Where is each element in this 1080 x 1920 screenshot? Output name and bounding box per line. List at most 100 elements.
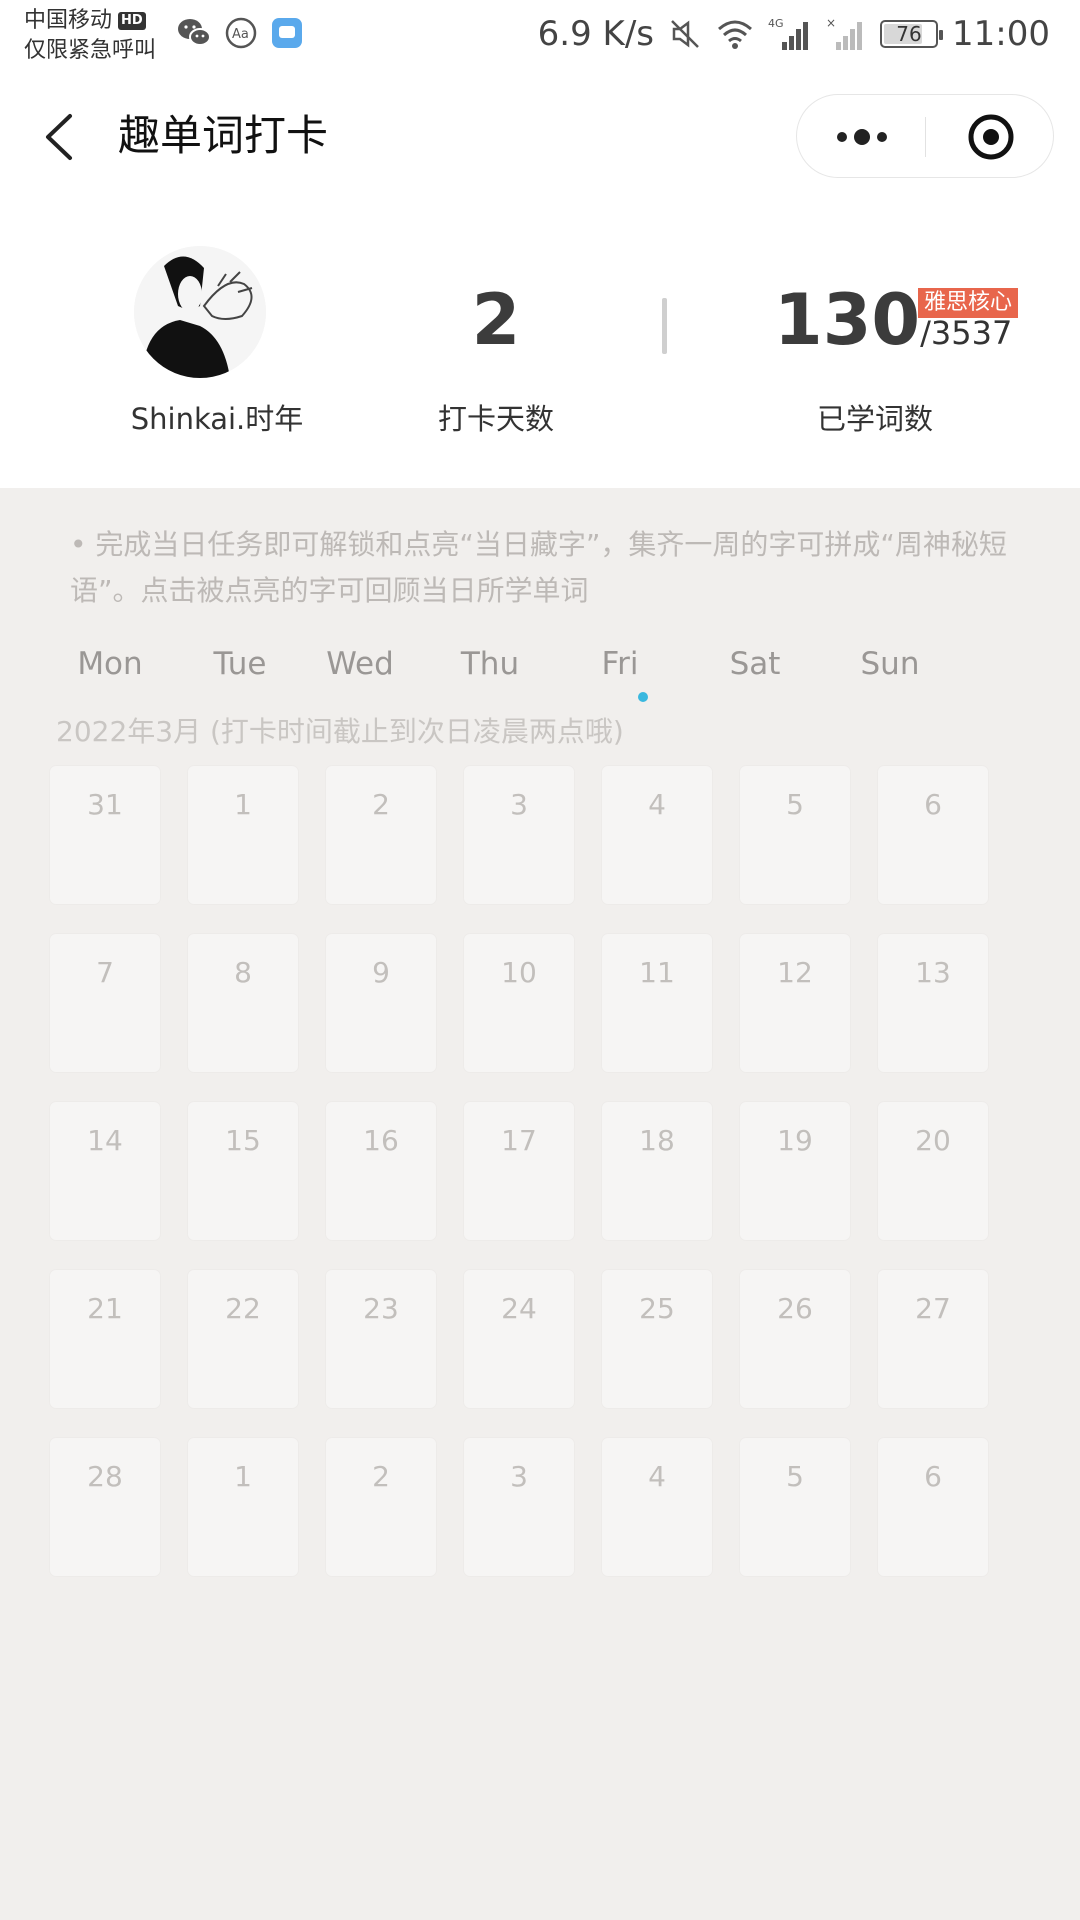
calendar-day-cell[interactable]: 31 <box>50 766 160 904</box>
calendar-day-number: 16 <box>363 1124 399 1157</box>
profile-stats-header: Shinkai.时年 2 打卡天数 130/3537 雅思核心 已学词数 <box>0 194 1080 488</box>
calendar-day-cell[interactable]: 16 <box>326 1102 436 1240</box>
avatar[interactable] <box>134 246 266 378</box>
calendar-day-cell[interactable]: 26 <box>740 1270 850 1408</box>
learned-words-label: 已学词数 <box>816 402 933 436</box>
calendar-day-number: 1 <box>234 788 252 821</box>
calendar-day-number: 9 <box>372 956 390 989</box>
calendar-day-cell[interactable]: 24 <box>464 1270 574 1408</box>
calendar-day-number: 20 <box>915 1124 951 1157</box>
status-right: 6.9 K/s 4G × 76 11:00 <box>538 14 1050 54</box>
calendar-day-cell[interactable]: 22 <box>188 1270 298 1408</box>
calendar-day-cell[interactable]: 3 <box>464 1438 574 1576</box>
calendar-day-cell[interactable]: 13 <box>878 934 988 1072</box>
weekday-thu: Thu <box>460 646 520 682</box>
calendar-day-cell[interactable]: 20 <box>878 1102 988 1240</box>
battery-icon: 76 <box>880 20 944 48</box>
signal-no-sim-icon: × <box>826 16 863 50</box>
wordbook-tag[interactable]: 雅思核心 <box>918 288 1019 318</box>
calendar-day-cell[interactable]: 14 <box>50 1102 160 1240</box>
calendar-day-number: 3 <box>510 788 528 821</box>
calendar-day-number: 21 <box>87 1292 123 1325</box>
calendar-day-cell[interactable]: 21 <box>50 1270 160 1408</box>
month-label: 2022年3月 (打卡时间截止到次日凌晨两点哦) <box>56 715 624 748</box>
carrier-name: 中国移动 <box>24 8 113 33</box>
checkin-days-label: 打卡天数 <box>437 402 554 436</box>
svg-text:×: × <box>826 16 836 30</box>
calendar-day-cell[interactable]: 19 <box>740 1102 850 1240</box>
more-options-icon[interactable] <box>827 117 897 157</box>
learned-words-value: 130 <box>774 279 921 361</box>
calendar-day-cell[interactable]: 3 <box>464 766 574 904</box>
calendar-day-number: 19 <box>777 1124 813 1157</box>
calendar-day-cell[interactable]: 4 <box>602 1438 712 1576</box>
calendar-day-cell[interactable]: 12 <box>740 934 850 1072</box>
calendar-day-number: 12 <box>777 956 813 989</box>
hd-badge: HD <box>118 12 146 30</box>
calendar-day-number: 4 <box>648 1460 666 1493</box>
weekday-header: Mon Tue Wed Thu Fri Sat Sun <box>50 640 1050 690</box>
calendar-day-cell[interactable]: 10 <box>464 934 574 1072</box>
calendar-day-number: 7 <box>96 956 114 989</box>
calendar-day-cell[interactable]: 7 <box>50 934 160 1072</box>
calendar-day-cell[interactable]: 27 <box>878 1270 988 1408</box>
calendar-day-number: 11 <box>639 956 675 989</box>
calendar-day-cell[interactable]: 6 <box>878 766 988 904</box>
calendar-day-cell[interactable]: 23 <box>326 1270 436 1408</box>
calendar-day-cell[interactable]: 6 <box>878 1438 988 1576</box>
signal-4g-icon: 4G <box>768 17 809 50</box>
calendar-day-number: 25 <box>639 1292 675 1325</box>
calendar-day-number: 2 <box>372 788 390 821</box>
calendar-week-row: 21 22 23 24 25 26 27 <box>50 1270 1030 1410</box>
calendar-day-cell[interactable]: 1 <box>188 1438 298 1576</box>
emergency-text: 仅限紧急呼叫 <box>24 38 157 63</box>
back-arrow-icon[interactable] <box>40 112 80 162</box>
message-app-icon <box>272 18 302 48</box>
calendar-day-number: 10 <box>501 956 537 989</box>
calendar-week-row: 7 8 9 10 11 12 13 <box>50 934 1030 1074</box>
calendar-day-cell[interactable]: 4 <box>602 766 712 904</box>
clock: 11:00 <box>952 14 1050 54</box>
calendar-day-number: 26 <box>777 1292 813 1325</box>
calendar-day-number: 18 <box>639 1124 675 1157</box>
calendar-day-cell[interactable]: 5 <box>740 1438 850 1576</box>
checkin-days-value: 2 <box>471 279 521 361</box>
calendar-day-number: 17 <box>501 1124 537 1157</box>
calendar-day-cell[interactable]: 5 <box>740 766 850 904</box>
weekday-fri: Fri <box>601 646 639 682</box>
calendar-day-cell[interactable]: 8 <box>188 934 298 1072</box>
calendar-day-number: 3 <box>510 1460 528 1493</box>
calendar-day-number: 27 <box>915 1292 951 1325</box>
calendar-grid: 31 1 2 3 4 5 6 7 8 9 10 11 12 13 14 15 16 17 18 19 20 21 22 23 2… <box>40 766 1040 1596</box>
mute-icon <box>671 20 699 48</box>
weekday-mon: Mon <box>77 646 143 682</box>
calendar-day-number: 2 <box>372 1460 390 1493</box>
notification-icons: Aa <box>176 16 304 50</box>
calendar-day-cell[interactable]: 1 <box>188 766 298 904</box>
total-words-value: /3537 <box>920 314 1013 352</box>
calendar-week-row: 14 15 16 17 18 19 20 <box>50 1102 1030 1242</box>
network-speed: 6.9 K/s <box>537 14 655 54</box>
svg-text:4G: 4G <box>768 17 784 30</box>
calendar-day-cell[interactable]: 17 <box>464 1102 574 1240</box>
page: { "status_bar": { "carrier": "中国移动", "hd… <box>0 0 1080 1920</box>
calendar-day-number: 22 <box>225 1292 261 1325</box>
calendar-day-number: 1 <box>234 1460 252 1493</box>
battery-level: 76 <box>896 22 922 46</box>
calendar-day-cell[interactable]: 15 <box>188 1102 298 1240</box>
calendar-day-cell[interactable]: 28 <box>50 1438 160 1576</box>
calendar-day-cell[interactable]: 2 <box>326 1438 436 1576</box>
calendar-day-cell[interactable]: 11 <box>602 934 712 1072</box>
calendar-week-row: 31 1 2 3 4 5 6 <box>50 766 1030 906</box>
calendar-day-cell[interactable]: 9 <box>326 934 436 1072</box>
weekday-wed: Wed <box>326 646 394 682</box>
calendar-day-cell[interactable]: 2 <box>326 766 436 904</box>
close-mini-program-icon[interactable] <box>967 113 1015 161</box>
username: Shinkai.时年 <box>130 402 304 436</box>
calendar-day-cell[interactable]: 18 <box>602 1102 712 1240</box>
calendar-day-number: 14 <box>87 1124 123 1157</box>
calendar-day-cell[interactable]: 25 <box>602 1270 712 1408</box>
wechat-icon <box>178 19 211 46</box>
status-bar: 中国移动 HD 仅限紧急呼叫 Aa 6.9 K/s 4G × 76 11:00 <box>0 0 1080 78</box>
page-title: 趣单词打卡 <box>118 111 329 160</box>
